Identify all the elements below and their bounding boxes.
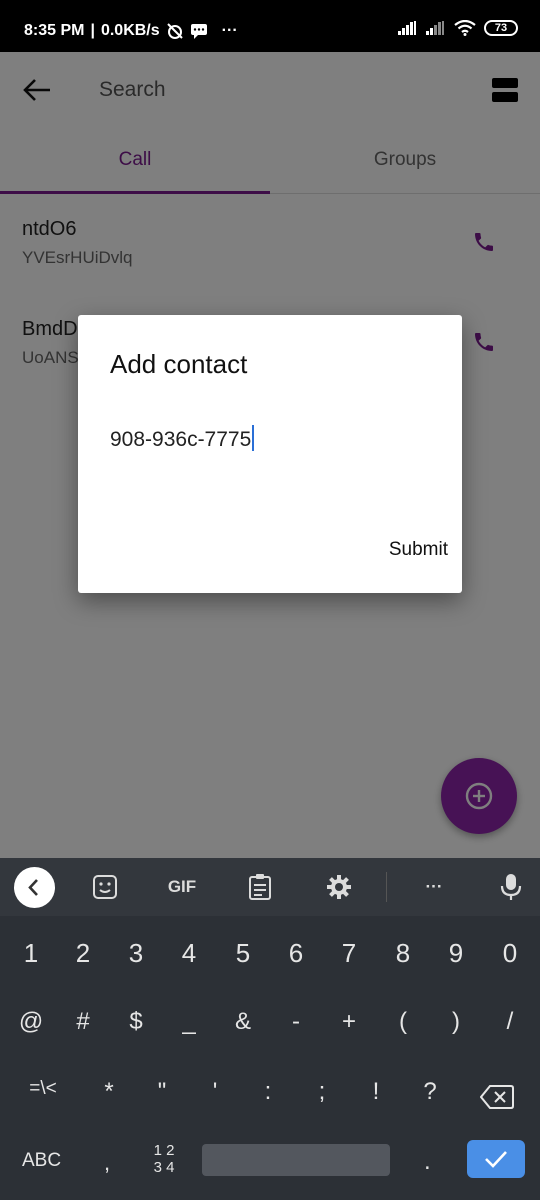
number-pad-key-bottom: 3 4 [153,1159,175,1176]
key-single-quote[interactable]: ' [193,1078,237,1106]
keyboard-toolbar: GIF ··· [0,858,540,916]
key-hash[interactable]: # [61,1008,105,1036]
key-0[interactable]: 0 [488,938,532,969]
key-open-paren[interactable]: ( [381,1008,425,1036]
status-time: 8:35 PM [24,22,85,39]
clipboard-icon[interactable] [248,873,272,901]
status-more: ··· [221,22,238,39]
key-comma[interactable]: , [104,1150,110,1176]
key-semicolon[interactable]: ; [300,1078,344,1106]
contact-number-value: 908-936c-7775 [110,428,252,451]
message-icon [190,24,207,39]
text-cursor [252,425,255,451]
signal-icon [398,21,416,35]
key-question[interactable]: ? [408,1078,452,1106]
number-pad-key[interactable]: 1 2 3 4 [150,1142,178,1176]
wifi-icon [454,20,476,36]
check-icon [485,1151,507,1168]
gear-icon[interactable] [326,874,352,900]
key-minus[interactable]: - [274,1008,318,1036]
key-dollar[interactable]: $ [114,1008,158,1036]
chevron-left-icon [28,879,38,896]
microphone-icon[interactable] [500,873,522,901]
signal-icon-2 [426,21,444,35]
key-period[interactable]: . [424,1148,431,1176]
backspace-icon[interactable] [480,1084,514,1110]
number-pad-key-top: 1 2 [153,1142,175,1159]
dialog-title: Add contact [110,349,248,379]
abc-key[interactable]: ABC [22,1150,61,1172]
key-5[interactable]: 5 [221,938,265,969]
more-options-button[interactable]: ··· [412,870,456,904]
battery-icon: 73 [484,20,518,36]
space-key[interactable] [202,1144,390,1176]
key-7[interactable]: 7 [327,938,371,969]
gif-button[interactable]: GIF [160,870,204,904]
toolbar-divider [386,872,387,902]
key-close-paren[interactable]: ) [434,1008,478,1036]
network-speed: 0.0KB/s [100,22,160,39]
key-colon[interactable]: : [246,1078,290,1106]
sticker-icon[interactable] [92,874,118,900]
key-ampersand[interactable]: & [221,1008,265,1036]
enter-key[interactable] [467,1140,525,1178]
key-6[interactable]: 6 [274,938,318,969]
key-slash[interactable]: / [488,1008,532,1036]
status-right: 73 [398,20,518,36]
key-3[interactable]: 3 [114,938,158,969]
keyboard-collapse-button[interactable] [14,867,55,908]
submit-button[interactable]: Submit [368,535,448,565]
key-2[interactable]: 2 [61,938,105,969]
key-more-symbols[interactable]: =\< [18,1078,68,1100]
contact-number-input[interactable]: 908-936c-7775 [110,425,255,452]
key-underscore[interactable]: _ [167,1008,211,1036]
add-contact-dialog: Add contact 908-936c-7775 Submit [78,315,462,593]
key-9[interactable]: 9 [434,938,478,969]
key-plus[interactable]: + [327,1008,371,1036]
key-1[interactable]: 1 [9,938,53,969]
key-asterisk[interactable]: * [87,1078,131,1106]
status-bar: 8:35 PM | 0.0KB/s ··· 73 [0,0,540,52]
alarm-off-icon [166,23,183,39]
key-double-quote[interactable]: " [140,1078,184,1106]
key-exclamation[interactable]: ! [354,1078,398,1106]
key-4[interactable]: 4 [167,938,211,969]
key-8[interactable]: 8 [381,938,425,969]
status-left: 8:35 PM | 0.0KB/s ··· [24,22,238,39]
keyboard: GIF ··· 1 2 3 4 5 6 7 8 9 0 @ # $ _ & - … [0,858,540,1200]
key-at[interactable]: @ [9,1008,53,1036]
